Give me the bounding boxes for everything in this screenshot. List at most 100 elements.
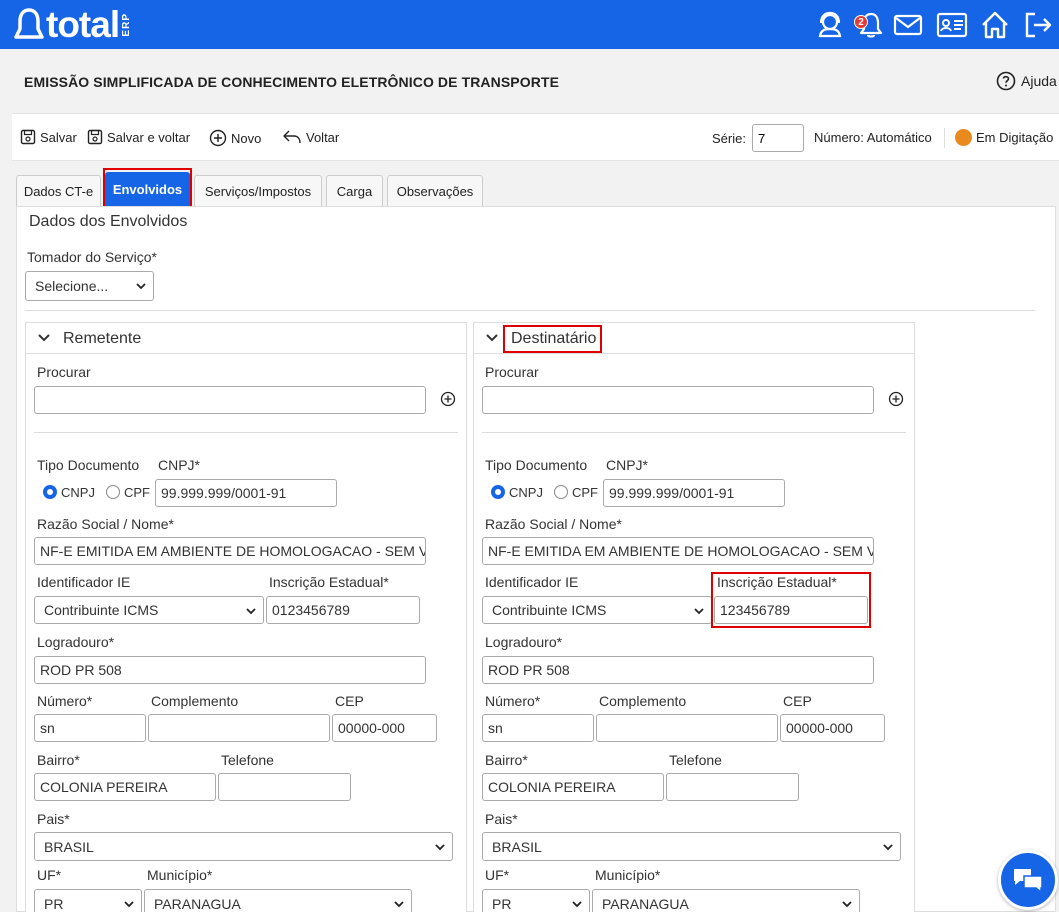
numero-label: Número* <box>37 693 93 709</box>
remetente-panel-header[interactable]: Remetente <box>26 323 466 354</box>
logradouro-input[interactable]: ROD PR 508 <box>482 656 874 684</box>
logo-erp: ERP <box>121 13 133 37</box>
pais-select[interactable]: BRASIL <box>34 832 453 861</box>
cnpj-input[interactable]: 99.999.999/0001-91 <box>603 479 785 507</box>
logout-icon[interactable] <box>1022 9 1054 41</box>
page-header: EMISSÃO SIMPLIFICADA DE CONHECIMENTO ELE… <box>0 49 1059 113</box>
highlight-box-inscricao <box>711 572 871 628</box>
procurar-label: Procurar <box>37 364 91 380</box>
add-plus-circle-icon[interactable] <box>888 391 904 407</box>
municipio-select[interactable]: PARANAGUA <box>144 889 412 912</box>
tab-dados-cte[interactable]: Dados CT-e <box>16 175 101 206</box>
procurar-label: Procurar <box>485 364 539 380</box>
status-badge: Em Digitação <box>955 129 1053 146</box>
razao-social-input[interactable]: NF-E EMITIDA EM AMBIENTE DE HOMOLOGACAO … <box>482 537 874 565</box>
chevron-down-icon[interactable] <box>485 333 499 343</box>
tomador-select[interactable]: Selecione... <box>25 271 154 301</box>
complemento-label: Complemento <box>599 693 687 709</box>
envolvidos-content: Dados dos Envolvidos Tomador do Serviço*… <box>16 206 1056 912</box>
chevron-down-icon <box>394 901 404 908</box>
procurar-input[interactable] <box>482 386 874 414</box>
add-plus-circle-icon[interactable] <box>440 391 456 407</box>
radio-cpf-label: CPF <box>572 485 598 500</box>
identificador-ie-select[interactable]: Contribuinte ICMS <box>34 596 264 624</box>
razao-social-input[interactable]: NF-E EMITIDA EM AMBIENTE DE HOMOLOGACAO … <box>34 537 426 565</box>
tab-servicos-impostos[interactable]: Serviços/Impostos <box>194 175 322 206</box>
numero-input[interactable]: sn <box>34 714 146 742</box>
pais-label: Pais* <box>37 811 70 827</box>
telefone-label: Telefone <box>221 752 274 768</box>
chevron-down-icon[interactable] <box>37 333 51 343</box>
cep-input[interactable]: 00000-000 <box>780 714 885 742</box>
radio-cpf[interactable] <box>554 485 568 499</box>
remetente-panel: Remetente Procurar Tipo Documento CNPJ* … <box>25 322 467 912</box>
telefone-label: Telefone <box>669 752 722 768</box>
new-button[interactable]: Novo <box>209 129 261 147</box>
uf-value: PR <box>492 896 512 912</box>
top-bar: total ERP 2 <box>0 0 1059 49</box>
numero-label: Número: Automático <box>814 130 932 145</box>
bairro-input[interactable]: COLONIA PEREIRA <box>34 773 216 801</box>
save-button[interactable]: Salvar <box>20 129 77 145</box>
chat-button[interactable] <box>998 850 1058 910</box>
tab-observacoes[interactable]: Observações <box>387 175 483 206</box>
chat-bubbles-icon <box>1014 869 1043 894</box>
telefone-input[interactable] <box>666 773 799 801</box>
telefone-input[interactable] <box>218 773 351 801</box>
id-card-icon[interactable] <box>936 9 968 41</box>
pais-label: Pais* <box>485 811 518 827</box>
toolbar-separator <box>944 128 945 148</box>
support-agent-icon[interactable] <box>814 9 846 41</box>
tomador-label: Tomador do Serviço* <box>27 249 157 265</box>
chevron-down-icon <box>435 844 445 851</box>
section-title: Dados dos Envolvidos <box>29 213 188 230</box>
complemento-input[interactable] <box>148 714 330 742</box>
bairro-input[interactable]: COLONIA PEREIRA <box>482 773 664 801</box>
reply-arrow-icon <box>283 130 301 144</box>
municipio-value: PARANAGUA <box>154 896 241 912</box>
highlight-box-tab <box>103 168 192 210</box>
logo-text: total <box>46 4 120 45</box>
pais-value: BRASIL <box>44 839 94 855</box>
help-link[interactable]: Ajuda <box>996 71 1057 91</box>
cnpj-label: CNPJ* <box>606 457 649 473</box>
logradouro-label: Logradouro* <box>37 634 115 650</box>
cnpj-input[interactable]: 99.999.999/0001-91 <box>155 479 337 507</box>
save-and-back-button[interactable]: Salvar e voltar <box>87 129 190 145</box>
complemento-label: Complemento <box>151 693 239 709</box>
uf-label: UF* <box>37 867 62 883</box>
uf-select[interactable]: PR <box>482 889 590 912</box>
pais-select[interactable]: BRASIL <box>482 832 901 861</box>
tab-carga[interactable]: Carga <box>326 175 383 206</box>
municipio-select[interactable]: PARANAGUA <box>592 889 860 912</box>
chevron-down-icon <box>246 608 256 615</box>
uf-select[interactable]: PR <box>34 889 142 912</box>
uf-label: UF* <box>485 867 510 883</box>
cep-input[interactable]: 00000-000 <box>332 714 437 742</box>
numero-input[interactable]: sn <box>482 714 594 742</box>
status-label: Em Digitação <box>976 130 1054 145</box>
inscricao-estadual-input[interactable]: 0123456789 <box>266 596 420 624</box>
radio-cpf-label: CPF <box>124 485 150 500</box>
inscricao-estadual-label: Inscrição Estadual* <box>269 574 389 590</box>
radio-cpf[interactable] <box>106 485 120 499</box>
pais-value: BRASIL <box>492 839 542 855</box>
home-icon[interactable] <box>979 9 1011 41</box>
mail-icon[interactable] <box>892 9 924 41</box>
identificador-ie-select[interactable]: Contribuinte ICMS <box>482 596 712 624</box>
remetente-title: Remetente <box>63 330 142 347</box>
complemento-input[interactable] <box>596 714 778 742</box>
logradouro-label: Logradouro* <box>485 634 563 650</box>
status-dot-icon <box>955 129 972 146</box>
procurar-input[interactable] <box>34 386 426 414</box>
serie-input[interactable] <box>752 124 804 152</box>
plus-circle-icon <box>209 129 227 147</box>
logo[interactable]: total ERP <box>14 5 132 45</box>
back-button[interactable]: Voltar <box>282 129 339 145</box>
logradouro-input[interactable]: ROD PR 508 <box>34 656 426 684</box>
tipo-documento-label: Tipo Documento <box>485 457 588 473</box>
radio-cnpj-label: CNPJ <box>509 485 543 500</box>
radio-cnpj[interactable] <box>491 485 505 499</box>
uf-value: PR <box>44 896 64 912</box>
radio-cnpj[interactable] <box>43 485 57 499</box>
